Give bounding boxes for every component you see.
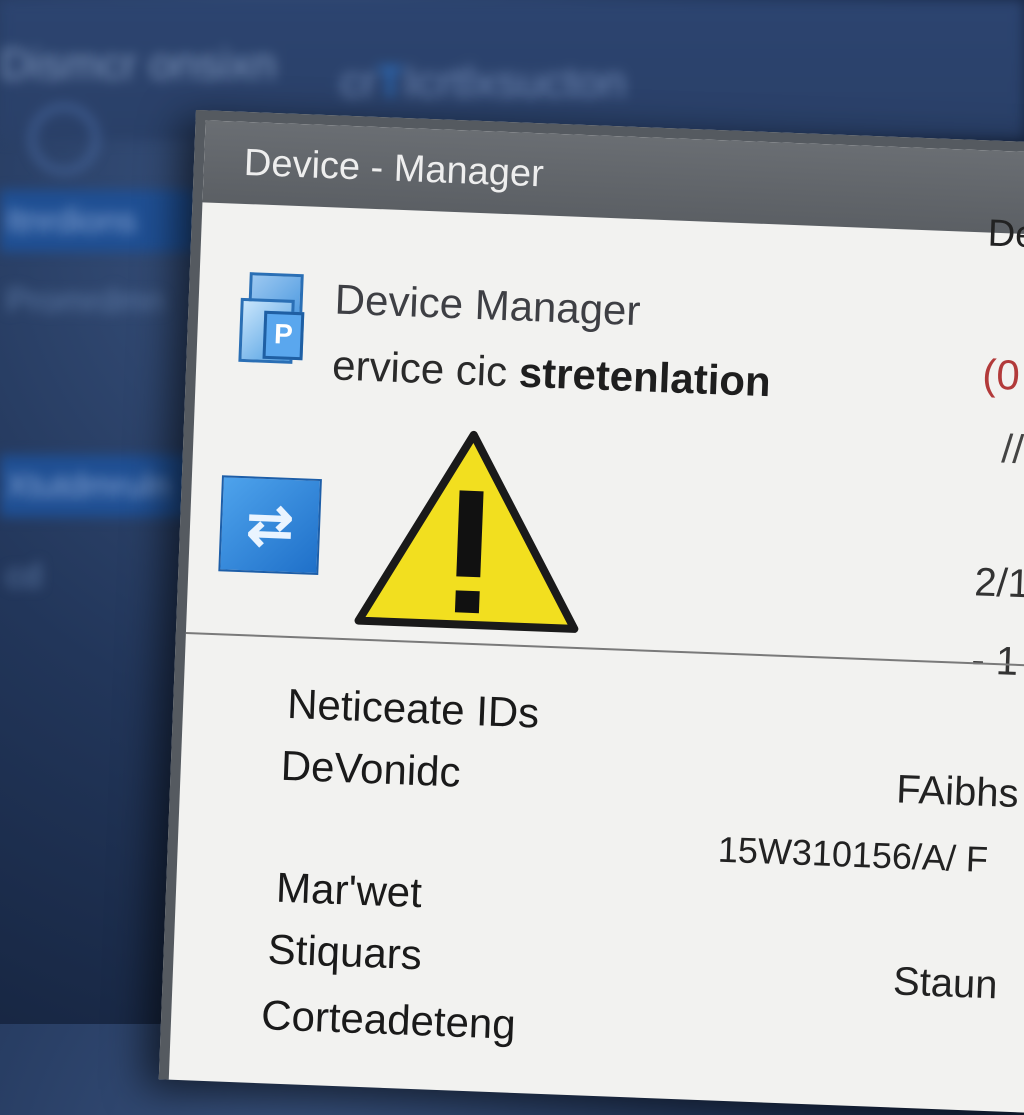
background-sidebar-item[interactable]: Itnrdions	[0, 190, 196, 252]
page-subtitle: ervice cic stretenlation	[331, 341, 772, 406]
background-sidebar-item[interactable]: cd	[0, 545, 196, 607]
device-manager-window: Device - Manager De P Device Manager erv…	[158, 110, 1024, 1115]
field-label-status: Stiquars	[266, 925, 423, 979]
background-circle-icon	[30, 105, 98, 173]
background-sidebar-item[interactable]: Xtutdmruln	[0, 455, 196, 517]
status-separator: //	[1000, 427, 1024, 473]
section-divider	[185, 631, 1024, 669]
title-right-text: De	[987, 212, 1024, 257]
field-value-id: 15W310156/A/ F	[717, 828, 989, 880]
window-title: Device - Manager	[243, 141, 545, 196]
field-value-vendor: FAibhs	[895, 767, 1020, 817]
title-bar[interactable]: Device - Manager	[202, 120, 1024, 237]
field-label-market: Mar'wet	[275, 863, 423, 917]
date-value: 2/1	[973, 560, 1024, 607]
field-label-category: Corteadeteng	[260, 991, 517, 1048]
network-adapter-icon[interactable]: ⇄	[218, 475, 322, 576]
background-sidebar-item[interactable]: Promrdmn	[0, 270, 196, 332]
page-title: Device Manager	[333, 275, 642, 335]
status-code: (0	[981, 350, 1021, 399]
background-title: Dismcr onsixn	[0, 40, 277, 89]
device-manager-icon: P	[238, 272, 313, 365]
field-label-ids: Neticeate IDs	[286, 679, 541, 737]
field-label-device: DeVonidc	[280, 741, 462, 796]
warning-icon	[346, 416, 594, 645]
background-title-right: crTIcrtlxsucton	[340, 58, 627, 107]
field-value-status: Staun	[892, 959, 999, 1008]
